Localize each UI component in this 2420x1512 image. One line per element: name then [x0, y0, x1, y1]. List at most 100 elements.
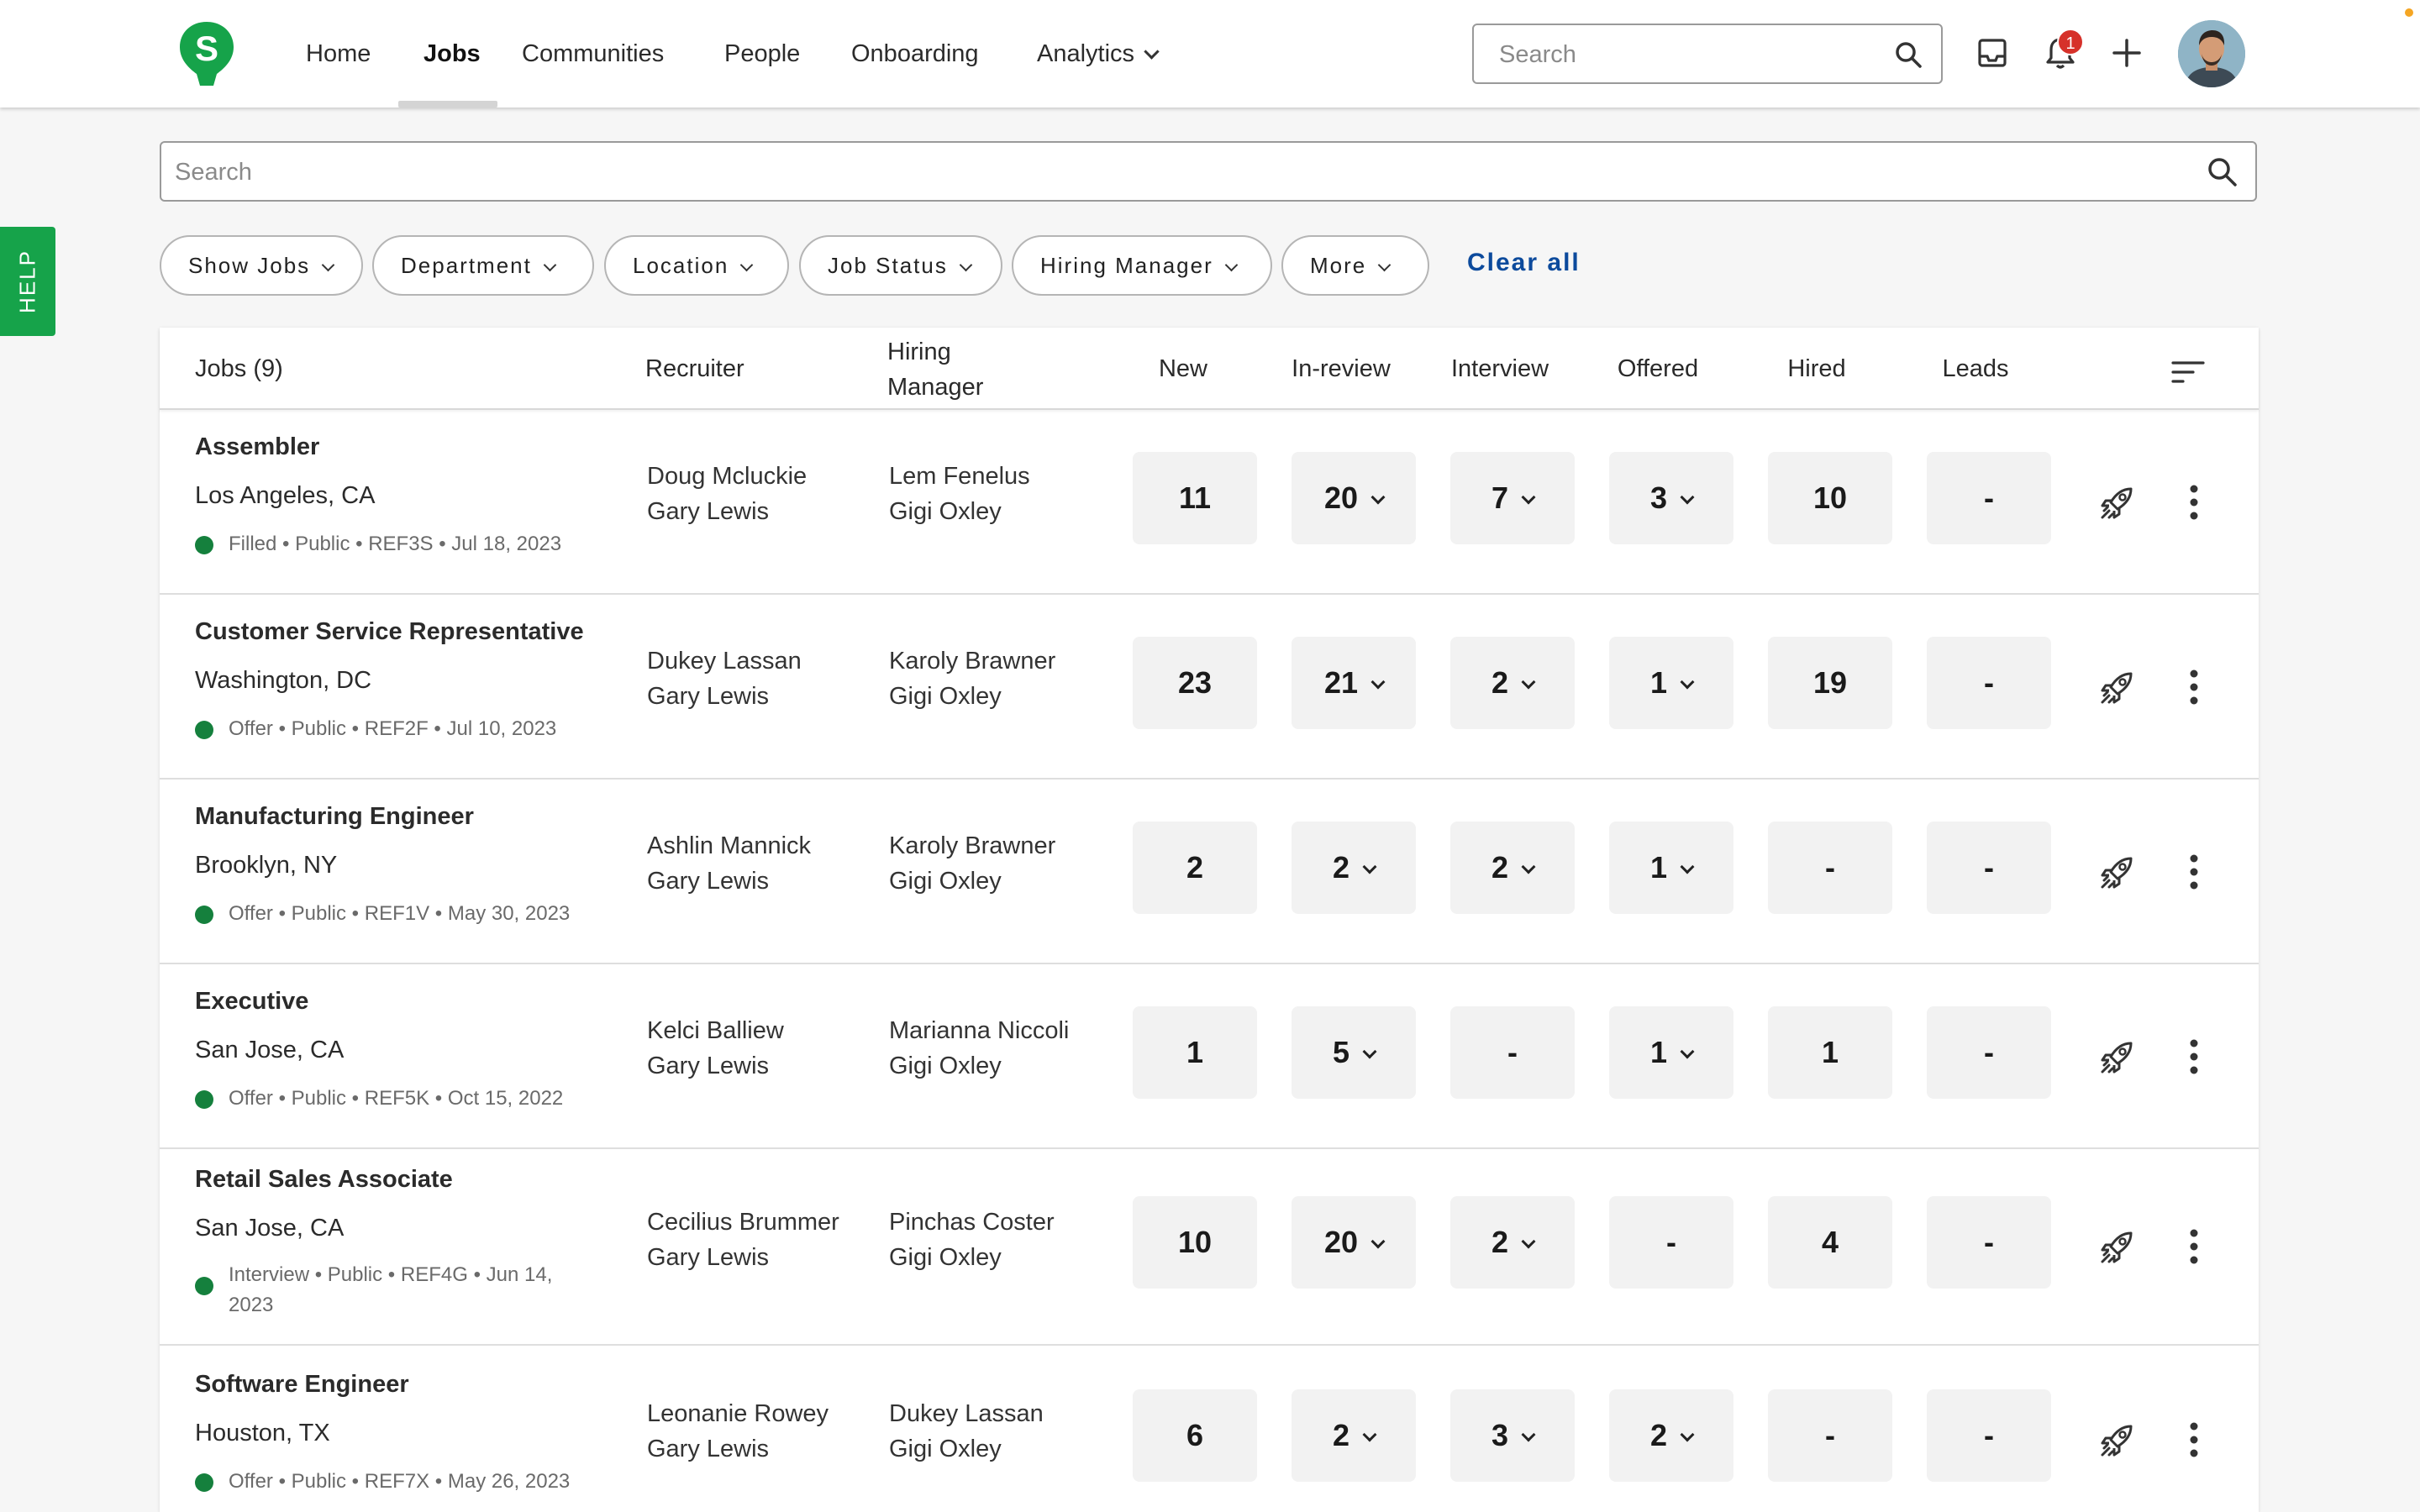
- hired-count[interactable]: 1: [1768, 1006, 1892, 1099]
- new-count[interactable]: 6: [1133, 1389, 1257, 1482]
- nav-analytics[interactable]: Analytics: [1037, 32, 1160, 76]
- filter-department[interactable]: Department: [372, 235, 594, 296]
- leads-count[interactable]: -: [1927, 822, 2051, 914]
- offered-count[interactable]: -: [1609, 1196, 1733, 1289]
- header-hiring-manager[interactable]: Hiring Manager: [887, 334, 983, 405]
- search-icon[interactable]: [1894, 40, 1924, 71]
- rocket-icon[interactable]: [2097, 482, 2138, 522]
- leads-count[interactable]: -: [1927, 1006, 2051, 1099]
- leads-count[interactable]: -: [1927, 452, 2051, 544]
- job-title[interactable]: Manufacturing Engineer: [195, 803, 474, 831]
- hired-count[interactable]: 10: [1768, 452, 1892, 544]
- table-row[interactable]: Manufacturing Engineer Brooklyn, NY Offe…: [160, 780, 2259, 964]
- offered-count[interactable]: 3: [1609, 452, 1733, 544]
- nav-home[interactable]: Home: [306, 32, 371, 76]
- in-review-count[interactable]: 20: [1292, 452, 1416, 544]
- jobs-search-box[interactable]: [160, 141, 2257, 202]
- more-options-icon[interactable]: [2188, 1421, 2200, 1458]
- job-title[interactable]: Executive: [195, 988, 308, 1016]
- nav-onboarding[interactable]: Onboarding: [851, 32, 979, 76]
- offered-count[interactable]: 1: [1609, 637, 1733, 729]
- header-new[interactable]: New: [1120, 351, 1246, 386]
- job-meta: Interview • Public • REF4G • Jun 14, 202…: [195, 1260, 590, 1320]
- nav-communities[interactable]: Communities: [522, 32, 664, 76]
- rocket-icon[interactable]: [2097, 667, 2138, 707]
- in-review-count[interactable]: 21: [1292, 637, 1416, 729]
- header-hired[interactable]: Hired: [1754, 351, 1880, 386]
- offered-count[interactable]: 1: [1609, 822, 1733, 914]
- table-row[interactable]: Assembler Los Angeles, CA Filled • Publi…: [160, 410, 2259, 595]
- search-icon[interactable]: [2207, 156, 2238, 188]
- recruiter-name: Gary Lewis: [647, 498, 770, 525]
- new-count[interactable]: 11: [1133, 452, 1257, 544]
- header-recruiter[interactable]: Recruiter: [645, 351, 744, 386]
- sort-icon[interactable]: [2171, 360, 2205, 385]
- app-logo-icon[interactable]: S: [176, 18, 237, 89]
- job-title[interactable]: Assembler: [195, 433, 319, 461]
- table-row[interactable]: Customer Service Representative Washingt…: [160, 595, 2259, 780]
- header-offered[interactable]: Offered: [1595, 351, 1721, 386]
- hired-count[interactable]: 19: [1768, 637, 1892, 729]
- rocket-icon[interactable]: [2097, 1037, 2138, 1077]
- recruiters: Cecilius Brummer Gary Lewis: [647, 1205, 839, 1275]
- new-count[interactable]: 23: [1133, 637, 1257, 729]
- recruiters: Kelci Balliew Gary Lewis: [647, 1013, 784, 1084]
- interview-count[interactable]: 7: [1450, 452, 1575, 544]
- offered-count[interactable]: 2: [1609, 1389, 1733, 1482]
- more-options-icon[interactable]: [2188, 669, 2200, 706]
- nav-jobs[interactable]: Jobs: [424, 32, 481, 76]
- status-dot: [195, 721, 213, 739]
- offered-count[interactable]: 1: [1609, 1006, 1733, 1099]
- hired-count[interactable]: 4: [1768, 1196, 1892, 1289]
- header-in-review[interactable]: In-review: [1278, 351, 1404, 386]
- interview-count[interactable]: 2: [1450, 1196, 1575, 1289]
- header-leads[interactable]: Leads: [1912, 351, 2039, 386]
- interview-count[interactable]: -: [1450, 1006, 1575, 1099]
- plus-icon[interactable]: [2111, 37, 2143, 69]
- inbox-icon[interactable]: [1976, 37, 2008, 69]
- in-review-count[interactable]: 2: [1292, 1389, 1416, 1482]
- hired-count[interactable]: -: [1768, 822, 1892, 914]
- hired-count[interactable]: -: [1768, 1389, 1892, 1482]
- jobs-table: Jobs (9) Recruiter Hiring Manager New In…: [160, 328, 2259, 1512]
- global-search-box[interactable]: [1472, 24, 1943, 84]
- more-options-icon[interactable]: [2188, 853, 2200, 890]
- job-title[interactable]: Retail Sales Associate: [195, 1166, 453, 1194]
- jobs-search-input[interactable]: [175, 151, 2175, 193]
- global-search-input[interactable]: [1499, 34, 1869, 76]
- filter-show-jobs[interactable]: Show Jobs: [160, 235, 363, 296]
- clear-all-button[interactable]: Clear all: [1467, 249, 1581, 277]
- in-review-count[interactable]: 2: [1292, 822, 1416, 914]
- rocket-icon[interactable]: [2097, 852, 2138, 892]
- help-tab[interactable]: HELP: [0, 227, 55, 336]
- more-options-icon[interactable]: [2188, 1038, 2200, 1075]
- leads-count[interactable]: -: [1927, 1196, 2051, 1289]
- table-row[interactable]: Retail Sales Associate San Jose, CA Inte…: [160, 1149, 2259, 1346]
- header-jobs[interactable]: Jobs (9): [195, 351, 283, 386]
- interview-count[interactable]: 2: [1450, 637, 1575, 729]
- in-review-count[interactable]: 5: [1292, 1006, 1416, 1099]
- more-options-icon[interactable]: [2188, 484, 2200, 521]
- in-review-count[interactable]: 20: [1292, 1196, 1416, 1289]
- new-count[interactable]: 2: [1133, 822, 1257, 914]
- leads-count[interactable]: -: [1927, 637, 2051, 729]
- table-row[interactable]: Executive San Jose, CA Offer • Public • …: [160, 964, 2259, 1149]
- user-avatar[interactable]: [2178, 20, 2245, 87]
- interview-count[interactable]: 2: [1450, 822, 1575, 914]
- filter-more[interactable]: More: [1281, 235, 1429, 296]
- table-row[interactable]: Software Engineer Houston, TX Offer • Pu…: [160, 1346, 2259, 1512]
- rocket-icon[interactable]: [2097, 1420, 2138, 1460]
- leads-count[interactable]: -: [1927, 1389, 2051, 1482]
- filter-location[interactable]: Location: [604, 235, 789, 296]
- new-count[interactable]: 1: [1133, 1006, 1257, 1099]
- rocket-icon[interactable]: [2097, 1226, 2138, 1267]
- filter-hiring-manager[interactable]: Hiring Manager: [1012, 235, 1272, 296]
- more-options-icon[interactable]: [2188, 1228, 2200, 1265]
- job-title[interactable]: Software Engineer: [195, 1371, 409, 1399]
- interview-count[interactable]: 3: [1450, 1389, 1575, 1482]
- header-interview[interactable]: Interview: [1437, 351, 1563, 386]
- job-title[interactable]: Customer Service Representative: [195, 618, 584, 646]
- new-count[interactable]: 10: [1133, 1196, 1257, 1289]
- nav-people[interactable]: People: [724, 32, 800, 76]
- filter-job-status[interactable]: Job Status: [799, 235, 1002, 296]
